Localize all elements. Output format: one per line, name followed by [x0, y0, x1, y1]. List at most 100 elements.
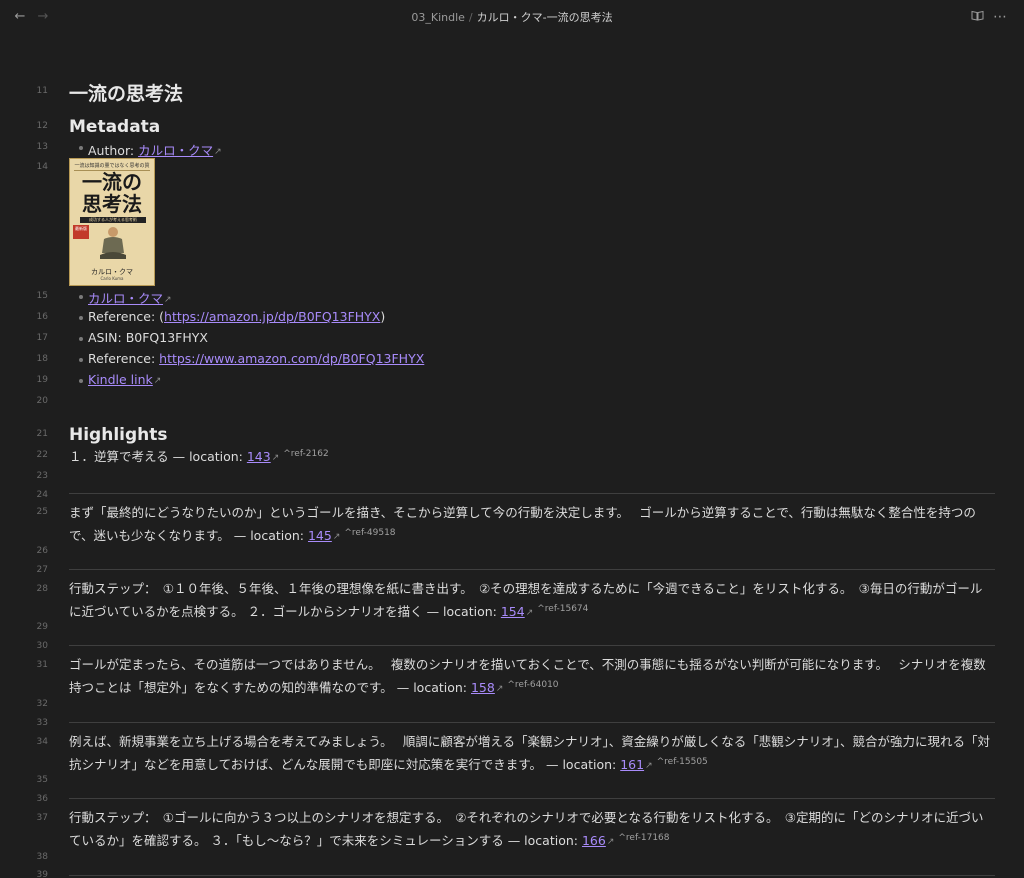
line-number: 16 — [36, 312, 48, 322]
location-link[interactable]: 154 — [501, 604, 525, 619]
breadcrumb-folder[interactable]: 03_Kindle — [411, 11, 465, 24]
reference-label: Reference: — [88, 351, 160, 366]
divider — [69, 493, 995, 494]
list-bullet — [79, 295, 83, 299]
divider — [69, 798, 995, 799]
external-link-icon: ↗ — [164, 295, 172, 305]
external-link-icon: ↗ — [606, 837, 615, 847]
list-bullet — [79, 379, 83, 383]
more-options-icon[interactable]: ⋯ — [992, 9, 1008, 25]
highlight-paragraph: 行動ステップ： ①１０年後、５年後、１年後の理想像を紙に書き出す。 ②その理想を… — [69, 578, 994, 624]
external-link-icon: ↗ — [271, 453, 280, 463]
line-number: 13 — [36, 142, 48, 152]
book-cover-image: 一流は知識の量ではなく思考の質 一流の 思考法 成功する人が考える思考術 最新版… — [69, 158, 155, 286]
highlights-heading: Highlights — [69, 425, 168, 445]
location-link[interactable]: 145 — [308, 528, 332, 543]
block-ref: ^ref-15674 — [537, 604, 589, 614]
line-number: 36 — [36, 794, 48, 804]
line-number: 15 — [36, 291, 48, 301]
line-number: 32 — [36, 699, 48, 709]
location-link[interactable]: 161 — [620, 757, 644, 772]
block-ref: ^ref-2162 — [283, 449, 329, 459]
block-ref: ^ref-49518 — [344, 528, 396, 538]
reference-item: Reference: (https://amazon.jp/dp/B0FQ13F… — [88, 309, 385, 324]
breadcrumb-file[interactable]: カルロ・クマ-一流の思考法 — [477, 11, 613, 24]
line-number: 35 — [36, 775, 48, 785]
line-number: 39 — [36, 870, 48, 878]
author-link[interactable]: カルロ・クマ — [88, 291, 163, 306]
external-link-icon: ↗ — [645, 761, 653, 771]
highlight-paragraph: ゴールが定まったら、その道筋は一つではありません。 複数のシナリオを描いておくこ… — [69, 654, 994, 700]
list-bullet — [79, 358, 83, 362]
location-link[interactable]: 158 — [471, 680, 495, 695]
line-number: 28 — [36, 584, 48, 594]
block-ref: ^ref-15505 — [656, 757, 708, 767]
cover-title-line2: 思考法 — [82, 192, 142, 216]
line-number: 33 — [36, 718, 48, 728]
line-number: 14 — [36, 162, 48, 172]
location-link[interactable]: 166 — [582, 833, 606, 848]
line-number: 37 — [36, 813, 48, 823]
author-link[interactable]: カルロ・クマ — [138, 143, 213, 158]
line-number: 21 — [36, 429, 48, 439]
asin-item: ASIN: B0FQ13FHYX — [88, 330, 208, 345]
line-number: 20 — [36, 396, 48, 406]
amazon-com-link[interactable]: https://www.amazon.com/dp/B0FQ13FHYX — [159, 351, 424, 366]
highlight-text: 行動ステップ： ①ゴールに向かう３つ以上のシナリオを想定する。 ②それぞれのシナ… — [69, 810, 984, 848]
cover-title: 一流の 思考法 — [70, 171, 154, 215]
line-number: 11 — [36, 86, 48, 96]
line-number: 24 — [36, 490, 48, 500]
author-item: Author: カルロ・クマ↗ — [88, 140, 222, 159]
external-link-icon: ↗ — [495, 684, 504, 694]
line-number: 12 — [36, 121, 48, 131]
metadata-heading: Metadata — [69, 117, 161, 137]
reference-close: ) — [380, 309, 386, 324]
meditating-figure-icon — [100, 227, 126, 259]
cover-badge: 最新版 — [73, 225, 89, 239]
reference-label: Reference: ( — [88, 309, 165, 324]
line-number: 18 — [36, 354, 48, 364]
line-number: 17 — [36, 333, 48, 343]
external-link-icon: ↗ — [525, 608, 534, 618]
reference-item: Reference: https://www.amazon.com/dp/B0F… — [88, 351, 424, 366]
line-number: 30 — [36, 641, 48, 651]
block-ref: ^ref-64010 — [507, 680, 559, 690]
kindle-link-item: Kindle link↗ — [88, 372, 161, 387]
breadcrumb: 03_Kindle / カルロ・クマ-一流の思考法 — [0, 9, 1024, 25]
list-bullet — [79, 316, 83, 320]
line-number: 19 — [36, 375, 48, 385]
breadcrumb-separator: / — [468, 11, 473, 24]
line-number: 25 — [36, 507, 48, 517]
cover-title-line1: 一流の — [82, 170, 142, 194]
divider — [69, 645, 995, 646]
highlight-paragraph: 例えば、新規事業を立ち上げる場合を考えてみましょう。 順調に顧客が増える「楽観シ… — [69, 731, 994, 777]
book-open-icon[interactable] — [969, 9, 985, 25]
top-bar: ← → 03_Kindle / カルロ・クマ-一流の思考法 ⋯ — [0, 0, 1024, 34]
line-number: 29 — [36, 622, 48, 632]
divider — [69, 722, 995, 723]
page-title: 一流の思考法 — [69, 83, 184, 105]
list-bullet — [79, 337, 83, 341]
line-number: 34 — [36, 737, 48, 747]
cover-author-latin: Carlo Kuma — [100, 276, 124, 281]
external-link-icon: ↗ — [214, 147, 222, 157]
highlight-paragraph: まず「最終的にどうなりたいのか」というゴールを描き、そこから逆算して今の行動を決… — [69, 502, 994, 548]
author-link-item: カルロ・クマ↗ — [88, 288, 172, 307]
author-label: Author: — [88, 143, 139, 158]
divider — [69, 875, 995, 876]
line-number: 22 — [36, 450, 48, 460]
cover-band-text: 成功する人が考える思考術 — [80, 217, 146, 223]
amazon-jp-link[interactable]: https://amazon.jp/dp/B0FQ13FHYX — [164, 309, 380, 324]
block-ref: ^ref-17168 — [618, 833, 670, 843]
highlight-text: まず「最終的にどうなりたいのか」というゴールを描き、そこから逆算して今の行動を決… — [69, 505, 976, 543]
line-number: 31 — [36, 660, 48, 670]
line-number: 38 — [36, 852, 48, 862]
location-link[interactable]: 143 — [247, 449, 271, 464]
divider — [69, 569, 995, 570]
external-link-icon: ↗ — [153, 376, 162, 386]
highlight-paragraph: 行動ステップ： ①ゴールに向かう３つ以上のシナリオを想定する。 ②それぞれのシナ… — [69, 807, 994, 853]
highlight-heading-1: １．逆算で考える — location: 143↗ ^ref-2162 — [69, 446, 329, 465]
external-link-icon: ↗ — [332, 532, 341, 542]
line-number: 27 — [36, 565, 48, 575]
kindle-link[interactable]: Kindle link — [88, 372, 153, 387]
